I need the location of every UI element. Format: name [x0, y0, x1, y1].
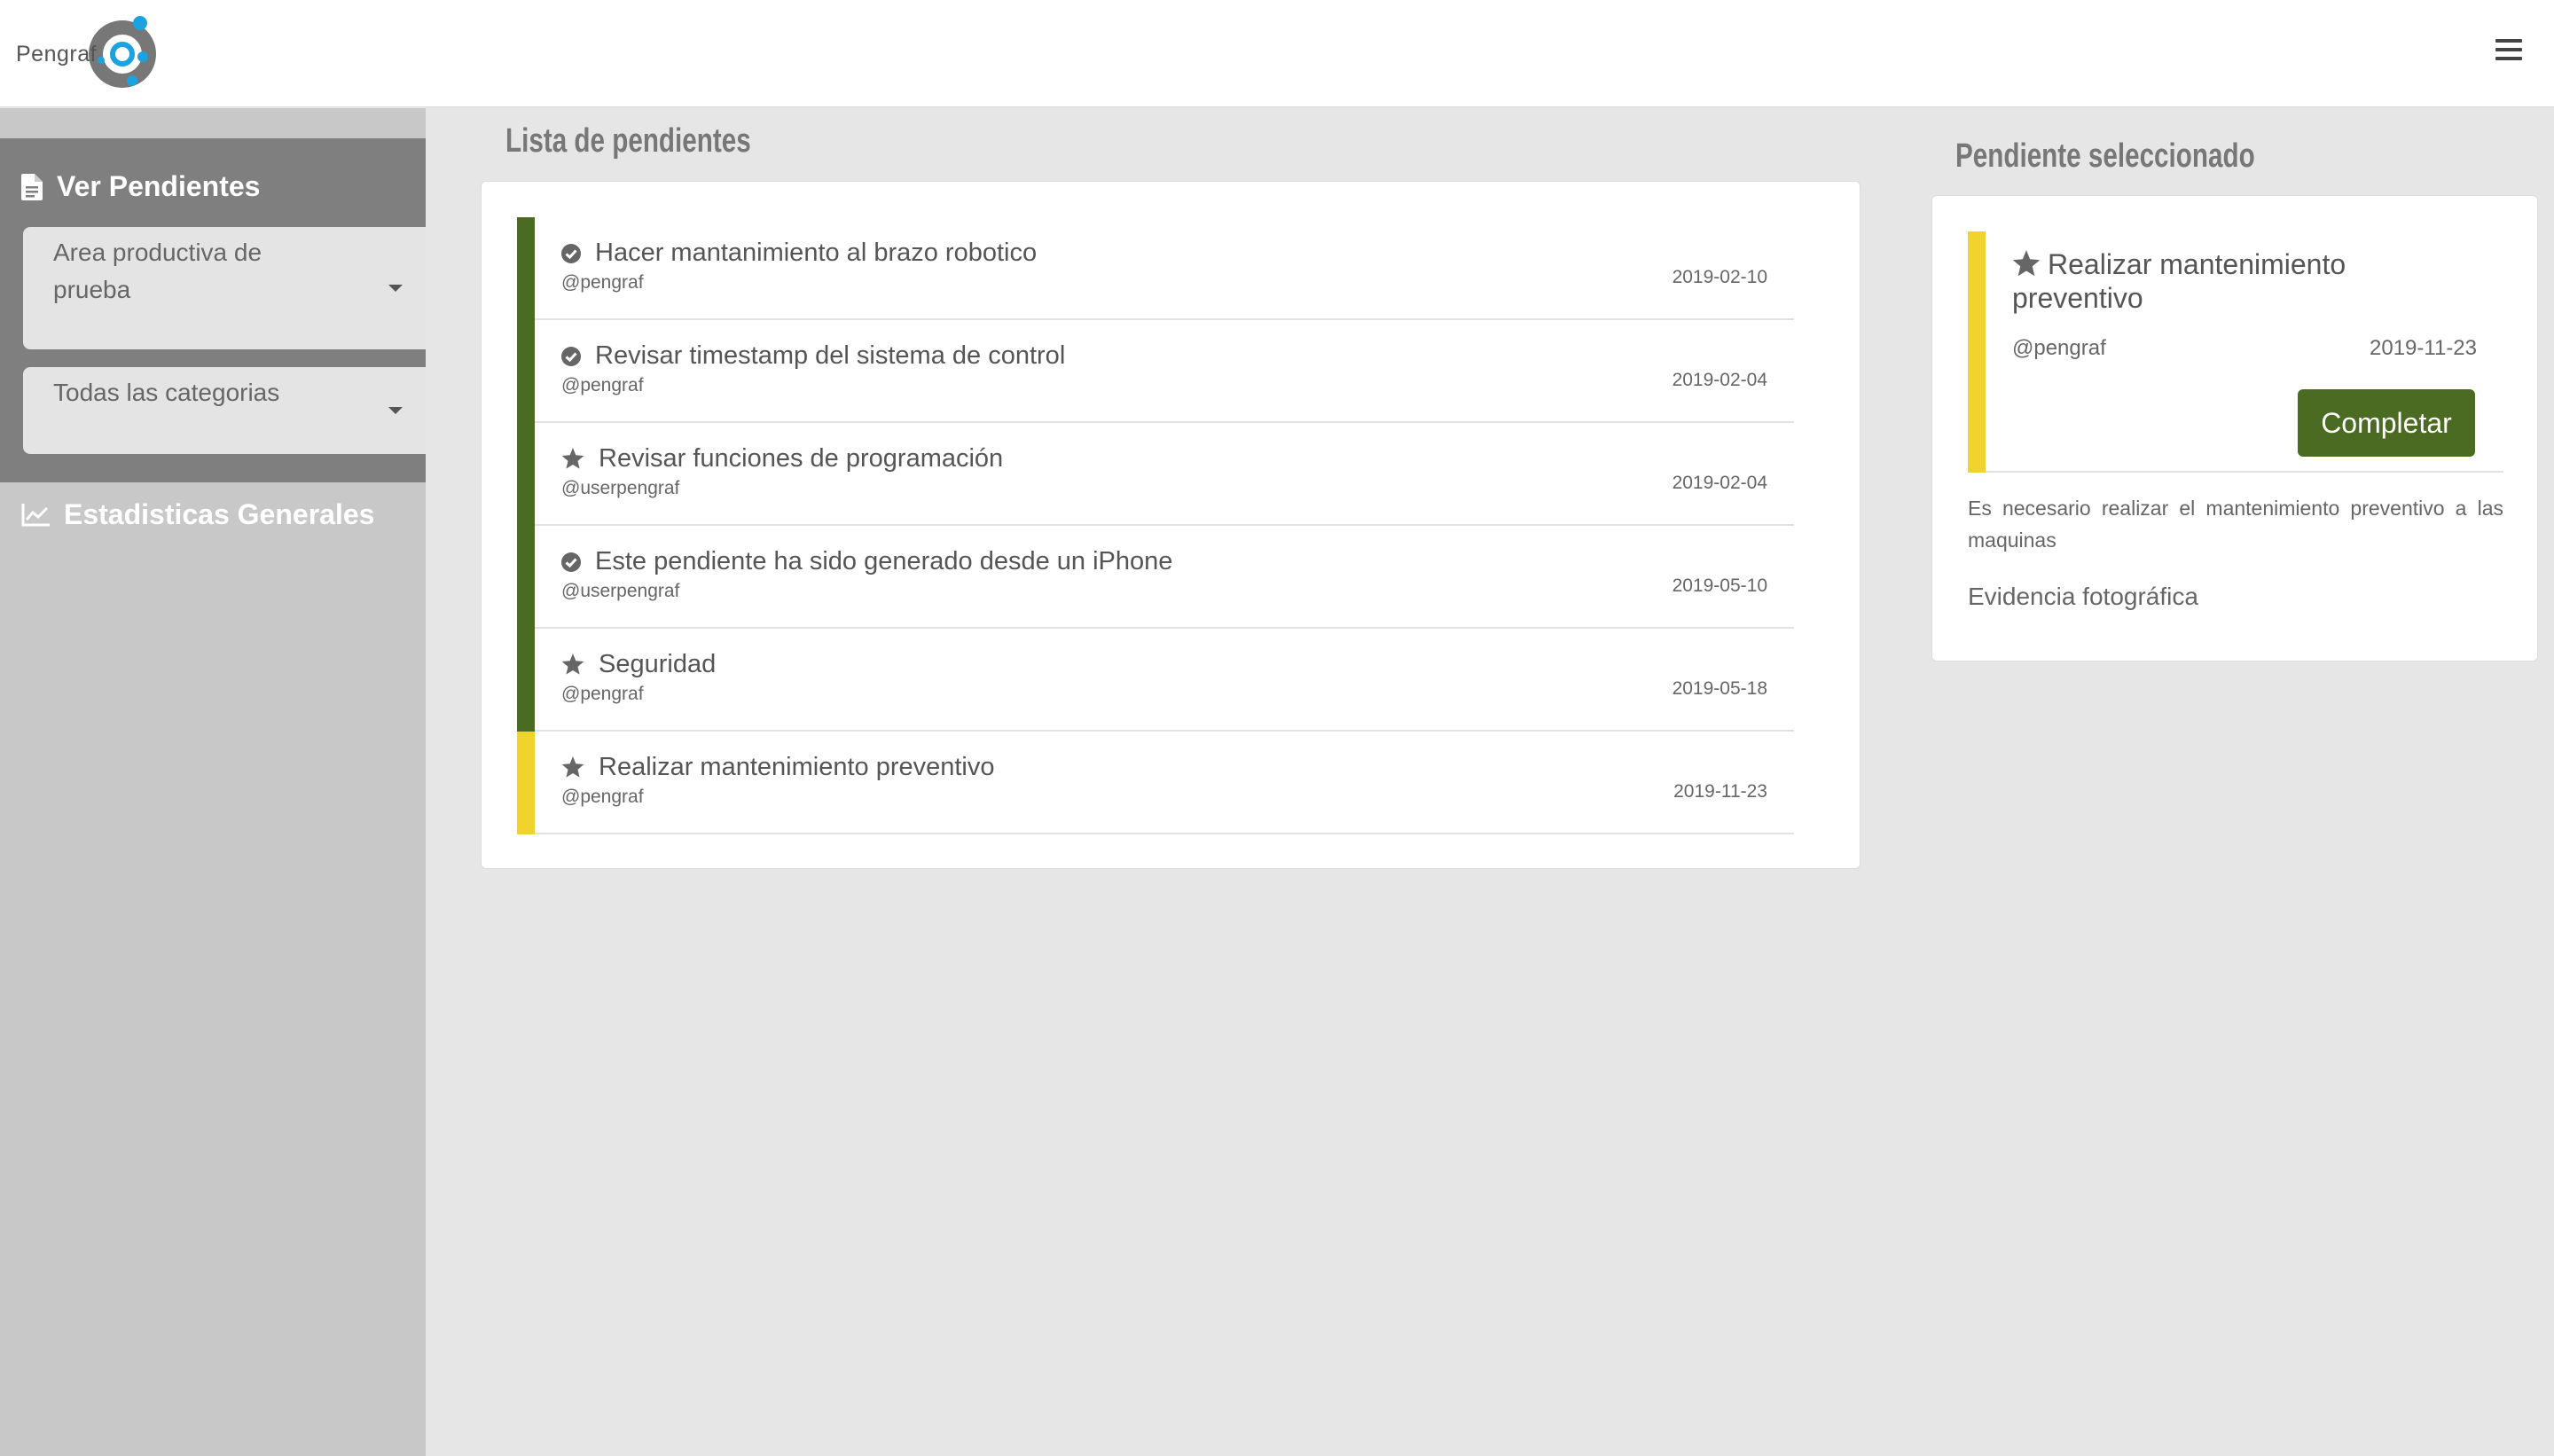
list-item[interactable]: Revisar funciones de programación @userpe… — [517, 423, 1794, 526]
selected-pending-title: Realizar mantenimiento preventivo — [2012, 247, 2402, 315]
selected-pending-card: Realizar mantenimiento preventivo @pengr… — [1931, 195, 2538, 661]
selected-title-text: Realizar mantenimiento preventivo — [2012, 248, 2346, 314]
list-item-title-text: Este pendiente ha sido generado desde un… — [595, 547, 1173, 575]
list-item-user: @userpengraf — [561, 581, 680, 601]
list-item-date: 2019-02-04 — [1672, 473, 1767, 493]
list-item-title: Este pendiente ha sido generado desde un… — [561, 547, 1172, 576]
selected-date: 2019-11-23 — [2370, 336, 2477, 360]
selected-description: Es necesario realizar el mantenimiento p… — [1968, 497, 2503, 552]
list-item-title: Seguridad — [561, 650, 716, 679]
list-item-date: 2019-02-10 — [1672, 267, 1767, 287]
list-item-title: Hacer mantanimiento al brazo robotico — [561, 239, 1037, 268]
priority-bar — [517, 320, 535, 423]
list-item[interactable]: Revisar timestamp del sistema de control… — [517, 320, 1794, 423]
star-icon — [561, 654, 591, 676]
top-header: Pengraf — [0, 0, 2554, 107]
check-circle-icon — [561, 552, 588, 572]
star-icon — [561, 756, 591, 779]
list-item-user: @pengraf — [561, 684, 644, 704]
divider — [535, 833, 1794, 834]
check-circle-icon — [561, 243, 588, 263]
category-select-value: Todas las categorias — [53, 379, 280, 406]
document-icon — [21, 173, 43, 200]
sidebar-item-ver-pendientes[interactable]: Ver Pendientes — [21, 170, 260, 203]
check-circle-icon — [561, 346, 588, 366]
list-item-title-text: Hacer mantanimiento al brazo robotico — [595, 239, 1038, 267]
list-item-date: 2019-02-04 — [1672, 370, 1767, 390]
chart-line-icon — [21, 503, 50, 526]
list-item-title: Revisar timestamp del sistema de control — [561, 341, 1065, 371]
hamburger-icon — [2495, 39, 2522, 43]
sidebar: Ver Pendientes Area productiva de prueba… — [0, 108, 426, 1456]
list-item-title-text: Realizar mantenimiento preventivo — [599, 753, 995, 781]
priority-bar — [517, 732, 535, 834]
divider — [1986, 471, 2503, 473]
priority-bar — [517, 629, 535, 732]
evidence-label[interactable]: Evidencia fotográfica — [1968, 583, 2198, 611]
list-item[interactable]: Realizar mantenimiento preventivo @pengra… — [517, 732, 1794, 834]
chevron-down-icon — [388, 285, 403, 292]
list-item-date: 2019-05-10 — [1672, 575, 1767, 596]
sidebar-item-estadisticas[interactable]: Estadisticas Generales — [21, 498, 374, 531]
sidebar-section-pendientes: Ver Pendientes Area productiva de prueba… — [0, 138, 426, 482]
pending-list: Hacer mantanimiento al brazo robotico @pe… — [481, 181, 1861, 869]
list-item-title: Realizar mantenimiento preventivo — [561, 753, 995, 782]
sidebar-item-label: Estadisticas Generales — [64, 498, 375, 530]
selected-section-title: Pendiente seleccionado — [1955, 137, 2255, 175]
list-item-date: 2019-11-23 — [1673, 781, 1767, 802]
list-item[interactable]: Este pendiente ha sido generado desde un… — [517, 526, 1794, 629]
list-item-title-text: Revisar timestamp del sistema de control — [595, 341, 1066, 370]
priority-bar — [1968, 231, 1986, 473]
list-item-user: @userpengraf — [561, 478, 680, 498]
priority-bar — [517, 217, 535, 320]
list-item-user: @pengraf — [561, 375, 644, 395]
list-section-title: Lista de pendientes — [505, 122, 751, 160]
priority-bar — [517, 423, 535, 526]
list-item[interactable]: Seguridad @pengraf 2019-05-18 — [517, 629, 1794, 732]
list-item-title: Revisar funciones de programación — [561, 444, 1003, 474]
list-item-title-text: Revisar funciones de programación — [599, 444, 1004, 473]
area-select[interactable]: Area productiva de prueba — [23, 227, 426, 349]
list-item-user: @pengraf — [561, 787, 644, 807]
list-item-date: 2019-05-18 — [1672, 678, 1767, 699]
sidebar-item-label: Ver Pendientes — [57, 170, 261, 202]
selected-pending-header: Realizar mantenimiento preventivo @pengr… — [1968, 231, 2503, 473]
star-icon — [561, 448, 591, 470]
category-select[interactable]: Todas las categorias — [23, 367, 426, 454]
list-item[interactable]: Hacer mantanimiento al brazo robotico @pe… — [517, 217, 1794, 320]
chevron-down-icon — [388, 407, 403, 414]
star-icon — [2012, 250, 2041, 277]
list-item-title-text: Seguridad — [599, 650, 717, 678]
complete-button[interactable]: Completar — [2298, 389, 2475, 457]
list-item-user: @pengraf — [561, 272, 644, 293]
priority-bar — [517, 526, 535, 629]
pengraf-logo[interactable]: Pengraf — [16, 16, 167, 92]
area-select-value: Area productiva de prueba — [53, 239, 262, 303]
logo-text: Pengraf — [16, 42, 98, 67]
selected-user: @pengraf — [2012, 336, 2106, 360]
hamburger-menu-button[interactable] — [2495, 39, 2522, 64]
